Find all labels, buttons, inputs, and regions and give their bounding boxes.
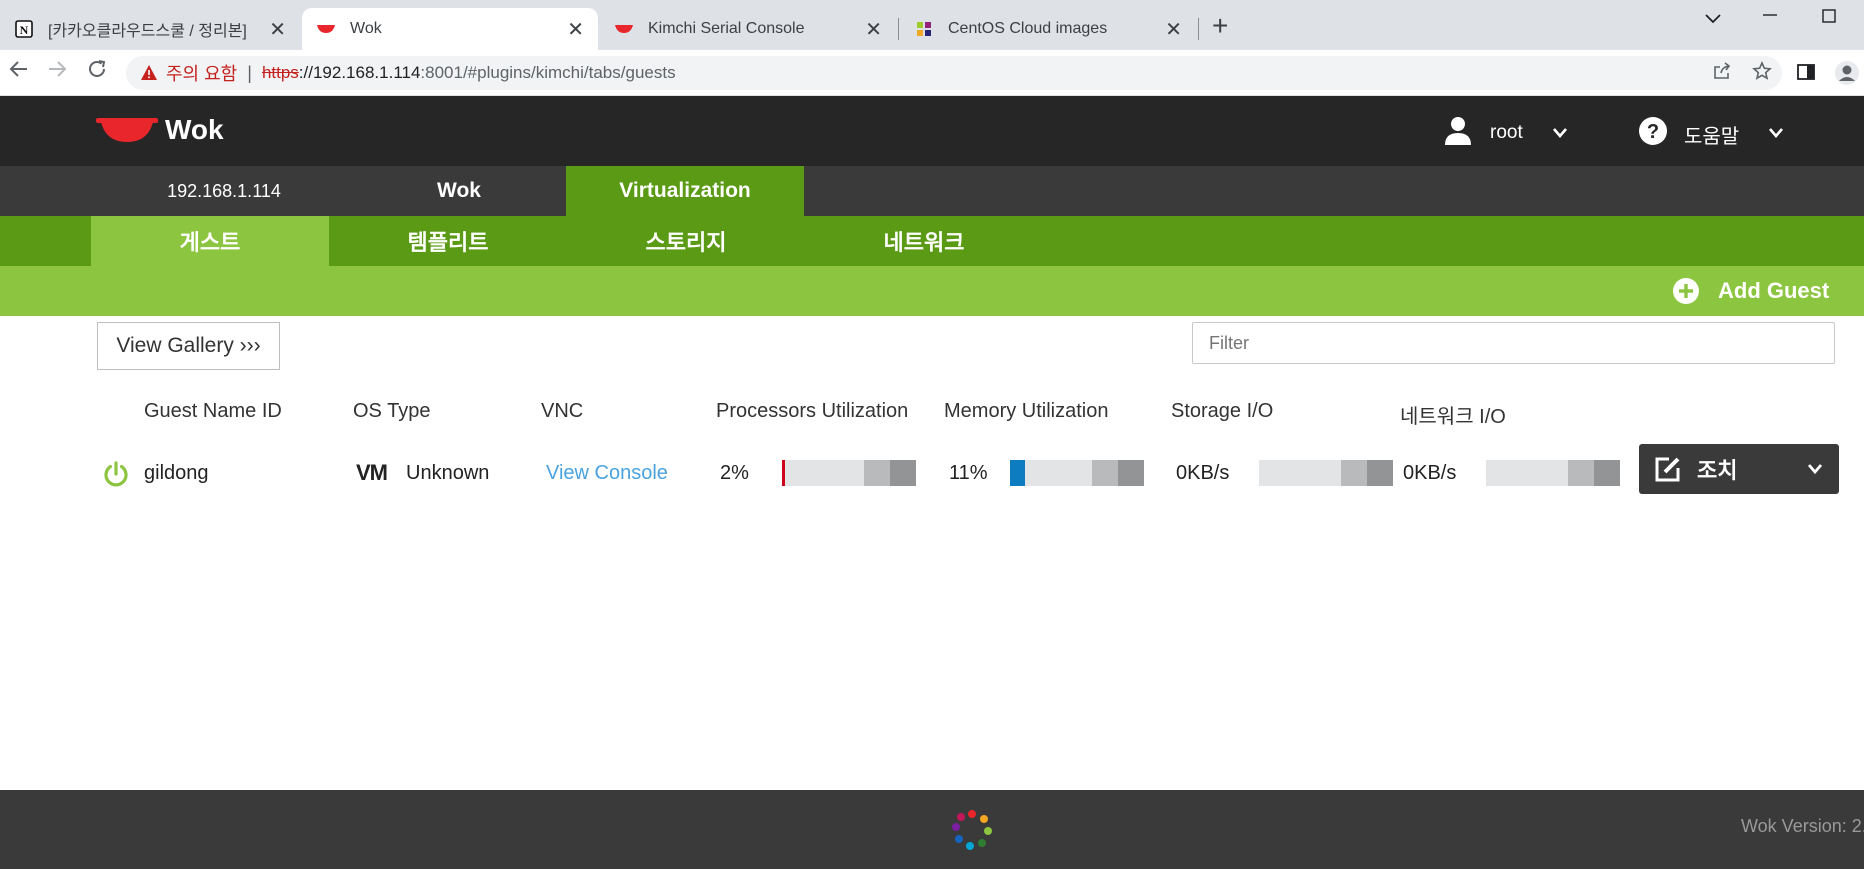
minimize-icon[interactable]: [1762, 6, 1778, 29]
back-arrow-icon[interactable]: [8, 58, 30, 86]
user-icon: [1444, 116, 1472, 151]
url-scheme: https: [261, 63, 299, 82]
version-text: Wok Version: 2.: [1741, 816, 1864, 836]
side-panel-icon[interactable]: [1796, 62, 1816, 87]
wok-icon: [614, 19, 634, 39]
chevron-down-icon[interactable]: [1552, 126, 1568, 144]
url-host: ://192.168.1.114: [298, 63, 421, 82]
column-header-network[interactable]: 네트워크 I/O: [1400, 400, 1506, 429]
close-icon[interactable]: ✕: [1165, 17, 1182, 42]
wok-icon: [316, 19, 336, 39]
actions-button[interactable]: 조치: [1639, 444, 1839, 494]
filter-input[interactable]: [1192, 322, 1835, 364]
cpu-value: 2%: [720, 462, 749, 484]
chevron-down-icon[interactable]: [1768, 126, 1784, 144]
column-header-storage[interactable]: Storage I/O: [1171, 400, 1273, 423]
reload-icon[interactable]: [86, 58, 108, 86]
help-icon: ?: [1638, 116, 1668, 151]
browser-tab-wok[interactable]: Wok ✕: [302, 8, 598, 50]
vm-os-icon: VM: [356, 460, 388, 485]
add-guest-label: Add Guest: [1718, 278, 1830, 303]
virtualization-subtabs: 게스트 템플리트 스토리지 네트워크: [0, 216, 1864, 266]
help-label[interactable]: 도움말: [1684, 120, 1739, 149]
tab-virtualization[interactable]: Virtualization: [566, 166, 804, 216]
plus-circle-icon: [1672, 277, 1700, 305]
guest-os: Unknown: [406, 462, 490, 484]
browser-tab-kimchi[interactable]: Kimchi Serial Console ✕: [600, 8, 896, 50]
column-header-os[interactable]: OS Type: [353, 400, 430, 423]
column-header-name[interactable]: Guest Name ID: [144, 400, 282, 423]
tab-wok[interactable]: Wok: [352, 166, 566, 216]
browser-tab-notion[interactable]: N [카카오클라우드스쿨 / 정리본] ✕: [0, 8, 300, 50]
column-header-cpu[interactable]: Processors Utilization: [716, 400, 908, 423]
power-icon[interactable]: [102, 460, 130, 493]
share-icon[interactable]: [1712, 61, 1732, 86]
storage-io-value: 0KB/s: [1176, 462, 1230, 484]
bookmark-star-icon[interactable]: [1752, 60, 1772, 86]
profile-avatar-icon[interactable]: [1834, 60, 1860, 91]
add-guest-button[interactable]: Add Guest: [1672, 277, 1829, 305]
browser-tab-strip: N [카카오클라우드스쿨 / 정리본] ✕ Wok ✕ Kimchi Seria…: [0, 0, 1864, 50]
memory-value: 11%: [949, 462, 988, 484]
edit-icon: [1653, 454, 1683, 484]
browser-tab-title: Kimchi Serial Console: [648, 20, 805, 37]
memory-utilization-bar: [1010, 460, 1144, 486]
url-path: :8001/#plugins/kimchi/tabs/guests: [420, 63, 676, 82]
tab-storage[interactable]: 스토리지: [567, 216, 805, 266]
view-gallery-button[interactable]: View Gallery ›››: [97, 322, 280, 370]
cpu-utilization-fill: [782, 460, 785, 486]
forward-arrow-icon[interactable]: [46, 58, 68, 86]
app-header: Wok root ? 도움말: [0, 96, 1864, 166]
tab-host[interactable]: 192.168.1.114: [96, 166, 352, 216]
tab-guests[interactable]: 게스트: [91, 216, 329, 266]
warning-icon: [140, 64, 158, 82]
memory-utilization-fill: [1010, 460, 1025, 486]
close-icon[interactable]: ✕: [567, 17, 584, 42]
divider: |: [247, 62, 252, 83]
tab-divider: [1198, 18, 1199, 40]
storage-io-bar: [1259, 460, 1393, 486]
browser-tab-centos[interactable]: CentOS Cloud images ✕: [900, 8, 1196, 50]
actions-label: 조치: [1697, 458, 1738, 483]
close-icon[interactable]: ✕: [865, 17, 882, 42]
close-icon[interactable]: ✕: [269, 17, 286, 42]
browser-tab-title: [카카오클라우드스쿨 / 정리본]: [48, 23, 247, 40]
column-header-memory[interactable]: Memory Utilization: [944, 400, 1108, 423]
network-io-value: 0KB/s: [1403, 462, 1457, 484]
security-label[interactable]: 주의 요함: [166, 60, 237, 86]
host-tabs: 192.168.1.114 Wok Virtualization: [0, 166, 1864, 216]
tab-templates[interactable]: 템플리트: [329, 216, 567, 266]
footer: Wok Version: 2.: [0, 790, 1864, 869]
chevron-down-icon: [1807, 463, 1823, 475]
app-title[interactable]: Wok: [165, 114, 224, 146]
browser-tab-title: Wok: [350, 20, 382, 37]
action-bar: Add Guest: [0, 266, 1864, 316]
guest-name: gildong: [144, 462, 209, 484]
chevron-down-icon[interactable]: [1704, 8, 1722, 31]
wok-spinner-logo-icon: [950, 808, 994, 857]
maximize-icon[interactable]: [1822, 8, 1838, 31]
centos-icon: [914, 19, 934, 39]
address-bar[interactable]: 주의 요함 | https ://192.168.1.114 :8001/#pl…: [126, 56, 1782, 90]
view-console-link[interactable]: View Console: [546, 462, 668, 485]
browser-tab-title: CentOS Cloud images: [948, 20, 1108, 37]
tab-network[interactable]: 네트워크: [805, 216, 1043, 266]
column-header-vnc[interactable]: VNC: [541, 400, 583, 423]
user-name[interactable]: root: [1490, 122, 1523, 144]
wok-logo-icon[interactable]: [96, 116, 158, 149]
notion-icon: N: [14, 19, 34, 39]
cpu-utilization-bar: [782, 460, 916, 486]
browser-toolbar: 주의 요함 | https ://192.168.1.114 :8001/#pl…: [0, 50, 1864, 96]
network-io-bar: [1486, 460, 1620, 486]
new-tab-plus-icon[interactable]: +: [1212, 10, 1228, 42]
tab-divider: [898, 18, 899, 40]
svg-text:?: ?: [1647, 121, 1659, 143]
svg-text:N: N: [20, 23, 29, 37]
